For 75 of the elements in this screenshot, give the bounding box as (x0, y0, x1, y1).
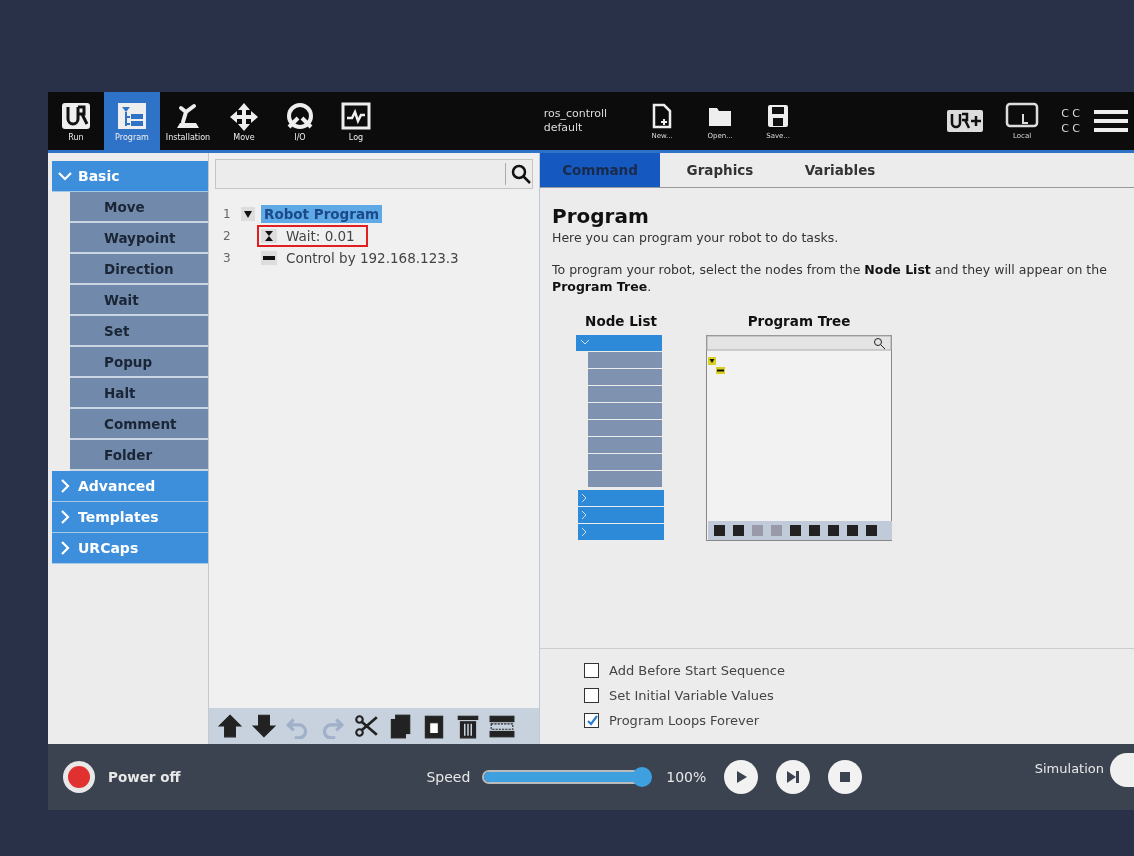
node-list-item[interactable]: Popup (70, 347, 208, 378)
nav-tab[interactable]: Program (104, 92, 160, 150)
category-header[interactable]: Basic (52, 161, 208, 192)
nav-tab[interactable]: Run (48, 92, 104, 150)
tablet-icon (1005, 102, 1040, 130)
chevron-icon (58, 541, 72, 555)
tree-node[interactable]: Control by 192.168.123.3 (283, 249, 462, 267)
search-field[interactable] (215, 159, 533, 189)
line-number: 2 (223, 229, 232, 243)
delete-icon[interactable] (455, 713, 481, 739)
stop-button[interactable] (828, 760, 863, 794)
checkbox-label: Program Loops Forever (609, 713, 760, 728)
speed-slider[interactable] (482, 767, 653, 787)
log-icon (339, 100, 373, 132)
speed-reading: 100% (666, 769, 707, 785)
power-button[interactable]: Power off (56, 759, 187, 795)
diagram-heading: Node List (585, 313, 657, 329)
simulation-toggle[interactable] (1110, 753, 1134, 787)
checkbox-label: Add Before Start Sequence (609, 663, 785, 678)
checkmark-icon (585, 714, 598, 727)
tab[interactable]: Graphics (660, 153, 780, 187)
status-letters: C C (1061, 121, 1080, 136)
nav-tab[interactable]: I/O (272, 92, 328, 150)
diagram-heading: Program Tree (747, 313, 851, 329)
hourglass-icon (261, 229, 277, 243)
search-icon[interactable] (505, 163, 532, 185)
chevron-icon (58, 479, 72, 493)
category-header[interactable]: URCaps (52, 533, 208, 564)
tree-node[interactable]: Wait: 0.01 (283, 227, 358, 245)
category-header[interactable]: Advanced (52, 471, 208, 502)
run-icon (59, 100, 93, 132)
speed-label: Speed (426, 769, 471, 785)
nav-tab[interactable]: Move (216, 92, 272, 150)
cut-icon[interactable] (353, 713, 379, 739)
nav-tab[interactable]: Installation (160, 92, 216, 150)
node-list-item[interactable]: Comment (70, 409, 208, 440)
panel-title: Program (552, 204, 650, 228)
installation-name: default (543, 121, 584, 135)
category-header[interactable]: Templates (52, 502, 208, 533)
node-list-item[interactable]: Halt (70, 378, 208, 409)
nav-tab[interactable]: Log (328, 92, 384, 150)
program-name: ros_controll (543, 107, 608, 121)
up-icon[interactable] (217, 713, 243, 739)
dash-icon (261, 251, 277, 265)
program-icon (115, 100, 149, 132)
menu-icon[interactable] (1094, 108, 1128, 134)
simulation-label: Simulation (1034, 760, 1104, 776)
checkbox[interactable] (584, 713, 599, 728)
node-list-item[interactable]: Waypoint (70, 223, 208, 254)
instructions-text: To program your robot, select the nodes from the Node List and they will appear on the Program Tree. (552, 261, 1108, 295)
checkbox[interactable] (584, 663, 599, 678)
checkbox-label: Set Initial Variable Values (609, 688, 774, 703)
chevron-icon (58, 510, 72, 524)
node-list-item[interactable]: Set (70, 316, 208, 347)
plus-logo-icon[interactable] (947, 110, 984, 132)
node-list-item[interactable]: Folder (70, 440, 208, 471)
line-number: 1 (223, 207, 232, 221)
node-list-item[interactable]: Move (70, 192, 208, 223)
node-list-item[interactable]: Direction (70, 254, 208, 285)
tab[interactable]: Variables (780, 153, 900, 187)
down-icon[interactable] (251, 713, 277, 739)
checkbox[interactable] (584, 688, 599, 703)
node-list-item[interactable]: Wait (70, 285, 208, 316)
tree-node[interactable]: Robot Program (261, 205, 383, 223)
expand-toggle-icon[interactable] (241, 207, 255, 221)
line-number: 3 (223, 251, 232, 265)
chevron-icon (58, 169, 72, 183)
power-status-icon (62, 760, 96, 794)
play-button[interactable] (724, 760, 759, 794)
step-icon (785, 769, 802, 785)
suppress-icon[interactable] (489, 713, 515, 739)
step-button[interactable] (776, 760, 811, 794)
intro-text: Here you can program your robot to do tasks. (552, 230, 840, 245)
status-letters: C C (1061, 106, 1080, 121)
slider-thumb[interactable] (632, 767, 653, 787)
